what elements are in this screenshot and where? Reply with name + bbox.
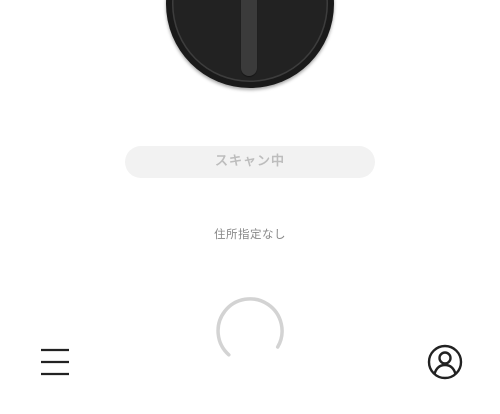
menu-button[interactable] <box>38 346 72 378</box>
scan-status-badge: スキャン中 <box>125 146 375 178</box>
profile-button[interactable] <box>427 344 463 380</box>
user-account-icon <box>427 344 463 380</box>
hamburger-menu-icon <box>41 348 69 376</box>
lock-thumb-turn <box>241 0 257 76</box>
loading-spinner-icon <box>216 297 284 357</box>
smart-lock-icon <box>166 0 334 88</box>
address-label: 住所指定なし <box>214 227 286 241</box>
